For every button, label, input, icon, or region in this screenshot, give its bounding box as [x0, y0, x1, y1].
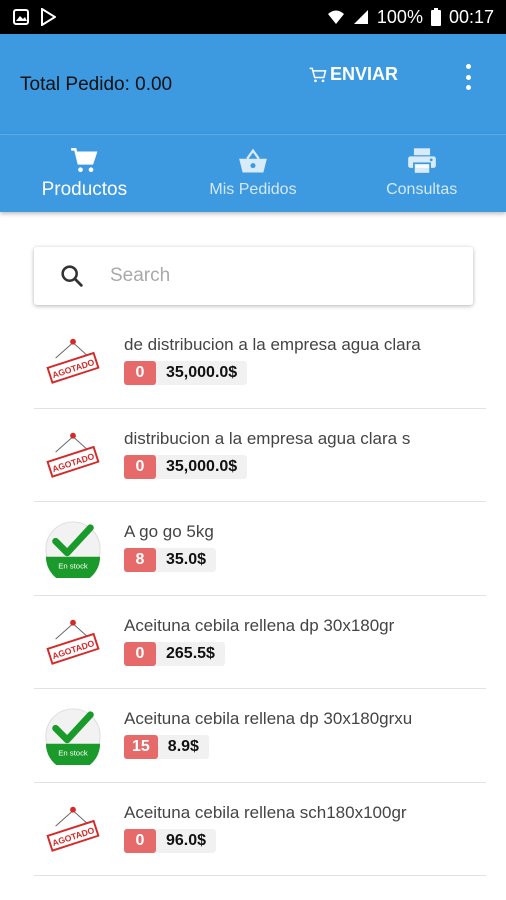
quantity-badge: 8 — [124, 548, 156, 572]
status-bar: 100% 00:17 — [0, 0, 506, 34]
product-meta: 0 265.5$ — [124, 641, 225, 666]
quantity-badge: 0 — [124, 361, 156, 385]
tab-consultas[interactable]: Consultas — [337, 135, 506, 212]
battery-percent: 100% — [376, 6, 423, 27]
product-meta: 0 35,000.0$ — [124, 454, 248, 479]
send-button[interactable]: ENVIAR — [308, 64, 398, 85]
wifi-icon — [327, 10, 344, 24]
list-item[interactable]: AGOTADO distribucion a la empresa agua c… — [34, 409, 486, 502]
tab-productos[interactable]: Productos — [0, 135, 169, 212]
quantity-badge: 0 — [124, 454, 156, 479]
product-meta: 0 35,000.0$ — [124, 361, 248, 385]
signal-icon — [353, 10, 368, 24]
cart-icon — [71, 148, 98, 173]
product-price: 8.9$ — [167, 738, 199, 755]
send-label: ENVIAR — [330, 64, 399, 84]
list-item[interactable]: AGOTADO de distribucion a la empresa agu… — [34, 315, 486, 409]
quantity-badge: 0 — [124, 641, 156, 666]
product-meta: 0 96.0$ — [124, 828, 217, 853]
basket-icon — [239, 148, 267, 173]
battery-icon — [430, 8, 441, 26]
overflow-menu-icon[interactable] — [464, 64, 472, 90]
product-name: Aceituna cebila rellena sch180x100gr — [124, 802, 407, 822]
list-item[interactable]: AGOTADO Aceituna cebila rellena sch180x1… — [34, 783, 486, 876]
search-bar — [34, 247, 473, 305]
en-stock-check-icon: En stock — [45, 708, 101, 765]
agotado-stamp-icon: AGOTADO — [46, 806, 100, 852]
product-meta: 15 8.9$ — [124, 735, 209, 759]
product-name: Aceituna cebila rellena dp 30x180gr — [124, 615, 395, 635]
product-price: 35,000.0$ — [166, 457, 238, 475]
product-price: 265.5$ — [166, 644, 215, 662]
product-name: A go go 5kg — [124, 522, 214, 541]
svg-text:En stock: En stock — [58, 561, 88, 570]
app-bar: Total Pedido: 0.00 ENVIAR — [0, 34, 506, 134]
product-meta: 8 35.0$ — [124, 548, 217, 572]
printer-icon — [407, 148, 436, 175]
list-item[interactable]: AGOTADO Aceituna cebila rellena dp 30x18… — [34, 596, 486, 689]
tab-label: Productos — [41, 179, 128, 200]
order-total: Total Pedido: 0.00 — [20, 74, 173, 95]
gallery-notification-icon — [13, 9, 29, 25]
tab-bar: Productos Mis Pedidos Consultas — [0, 134, 506, 212]
list-item[interactable]: En stock A go go 5kg 8 35.0$ — [34, 502, 486, 596]
tab-label: Consultas — [386, 181, 458, 198]
product-price: 35,000.0$ — [166, 364, 238, 381]
product-price: 35.0$ — [166, 551, 207, 568]
product-name: Aceituna cebila rellena dp 30x180grxu — [124, 709, 413, 728]
list-item[interactable]: En stock Aceituna cebila rellena dp 30x1… — [34, 689, 486, 783]
cart-outline-icon — [309, 67, 327, 82]
search-input[interactable] — [110, 265, 410, 287]
product-list: AGOTADO de distribucion a la empresa agu… — [34, 315, 486, 876]
search-icon[interactable] — [58, 262, 86, 290]
product-price: 96.0$ — [166, 831, 207, 849]
clock: 00:17 — [448, 6, 494, 27]
tab-mis-pedidos[interactable]: Mis Pedidos — [169, 135, 338, 212]
play-store-notification-icon — [41, 8, 56, 26]
product-name: distribucion a la empresa agua clara s — [124, 428, 411, 448]
agotado-stamp-icon: AGOTADO — [46, 619, 100, 665]
tab-label: Mis Pedidos — [209, 181, 297, 198]
agotado-stamp-icon: AGOTADO — [46, 338, 100, 384]
agotado-stamp-icon: AGOTADO — [46, 432, 100, 478]
quantity-badge: 0 — [124, 828, 156, 853]
en-stock-check-icon: En stock — [45, 521, 101, 578]
svg-text:En stock: En stock — [58, 748, 88, 757]
quantity-badge: 15 — [124, 735, 158, 759]
product-name: de distribucion a la empresa agua clara — [124, 335, 421, 354]
